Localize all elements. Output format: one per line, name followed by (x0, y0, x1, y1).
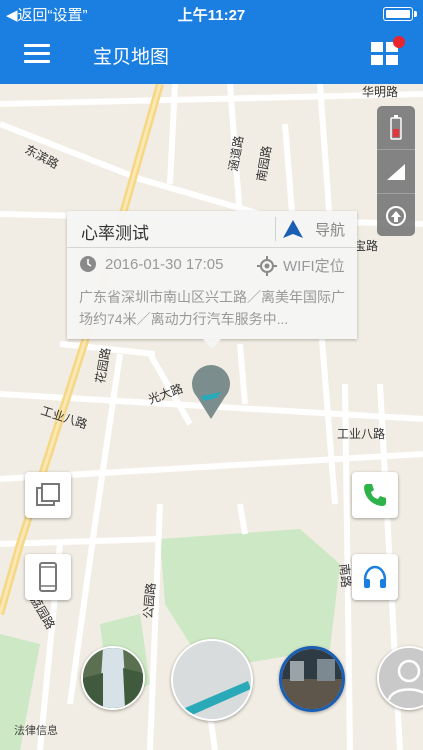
device-photo (173, 641, 251, 719)
road-label: 宝路 (354, 238, 378, 253)
status-time: 上午11:27 (177, 7, 246, 24)
waterfall-photo (83, 648, 143, 708)
cloud-sync-button[interactable] (377, 194, 415, 237)
location-timestamp: 2016-01-30 17:05 (105, 255, 224, 273)
navigate-label: 导航 (315, 221, 346, 239)
clock-icon (80, 256, 96, 272)
headphones-icon (363, 565, 387, 588)
timestamp-row: 2016-01-30 17:05 (79, 255, 223, 273)
nav-bar: 宝贝地图 (0, 26, 423, 84)
street-photo (282, 649, 342, 709)
device-info-popup: 心率测试 导航 2016-01-30 17:05 WIFI定位 广东省深圳市南山… (67, 211, 357, 339)
grid-tile (371, 55, 383, 65)
grid-tile (386, 55, 398, 65)
battery-level-icon (390, 114, 402, 140)
phone-device-icon (39, 562, 57, 592)
listen-button[interactable] (352, 554, 398, 600)
road-label: 华明路 (362, 84, 398, 99)
hamburger-line (24, 52, 50, 55)
avatar-waterfall[interactable] (81, 646, 145, 710)
popup-pointer (203, 339, 221, 349)
device-name: 心率测试 (81, 224, 149, 243)
device-grid-button[interactable] (371, 36, 405, 66)
layers-button[interactable] (25, 472, 71, 518)
popup-header: 心率测试 导航 (67, 211, 357, 248)
battery-level-button[interactable] (377, 106, 415, 150)
map-control-panel (377, 106, 415, 236)
grid-tile (371, 42, 383, 52)
phone-call-icon (364, 484, 386, 506)
avatar-street[interactable] (279, 646, 345, 712)
device-button[interactable] (25, 554, 71, 600)
signal-icon (387, 163, 405, 180)
address-text: 广东省深圳市南山区兴工路／离美年国际广场约74米／离动力行汽车服务中... (79, 289, 345, 327)
navigate-button[interactable]: 导航 (281, 217, 345, 241)
hamburger-line (24, 44, 50, 47)
road-label: 工业八路 (337, 426, 385, 441)
location-type: WIFI定位 (283, 258, 345, 275)
avatar-current-device[interactable] (171, 639, 253, 721)
signal-button[interactable] (377, 150, 415, 194)
user-icon (379, 648, 423, 708)
notification-dot (393, 36, 405, 48)
battery-icon (383, 7, 417, 21)
page-title: 宝贝地图 (93, 47, 170, 68)
cloud-upload-icon (386, 205, 406, 226)
layers-icon (36, 483, 60, 506)
locate-icon (257, 255, 277, 276)
hamburger-line (24, 60, 50, 63)
legal-info-link[interactable]: 法律信息 (14, 722, 58, 738)
road-label: 公园路 (140, 582, 158, 619)
divider (275, 217, 276, 241)
location-type-row: WIFI定位 (257, 255, 345, 276)
status-bar: ◀返回“设置” 上午11:27 (0, 0, 423, 26)
navigation-icon (283, 220, 303, 238)
call-button[interactable] (352, 472, 398, 518)
menu-button[interactable] (24, 44, 50, 64)
